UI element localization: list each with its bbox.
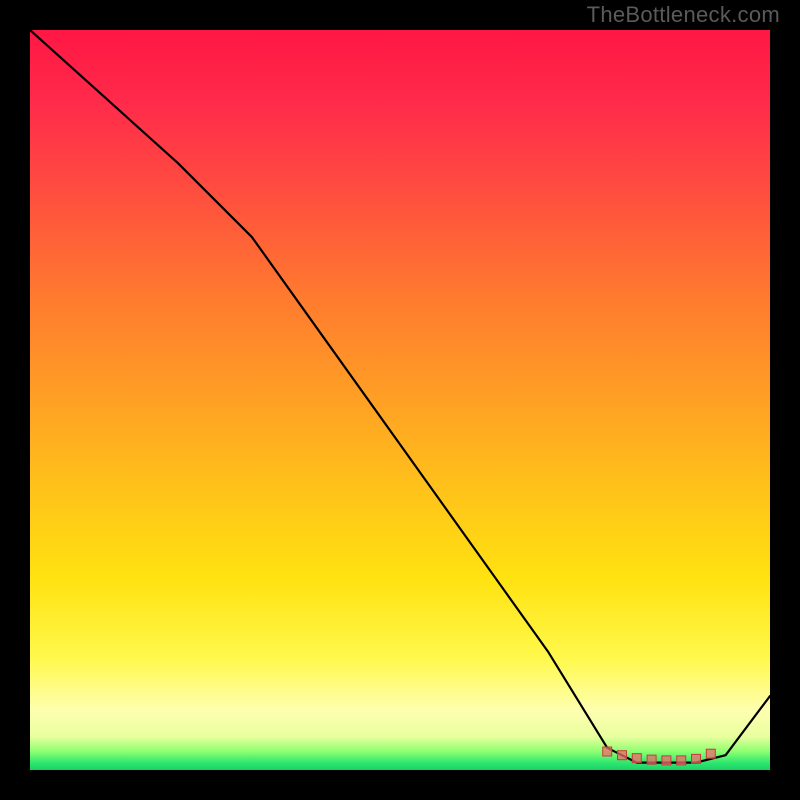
marker: [677, 756, 686, 765]
marker: [662, 756, 671, 765]
marker: [647, 755, 656, 764]
chart-svg: [30, 30, 770, 770]
marker: [603, 747, 612, 756]
watermark-label: TheBottleneck.com: [587, 2, 780, 28]
marker: [706, 749, 715, 758]
plot-area: [30, 30, 770, 770]
marker: [632, 754, 641, 763]
marker: [618, 751, 627, 760]
chart-frame: TheBottleneck.com: [0, 0, 800, 800]
marker: [692, 754, 701, 763]
gradient-background: [30, 30, 770, 770]
